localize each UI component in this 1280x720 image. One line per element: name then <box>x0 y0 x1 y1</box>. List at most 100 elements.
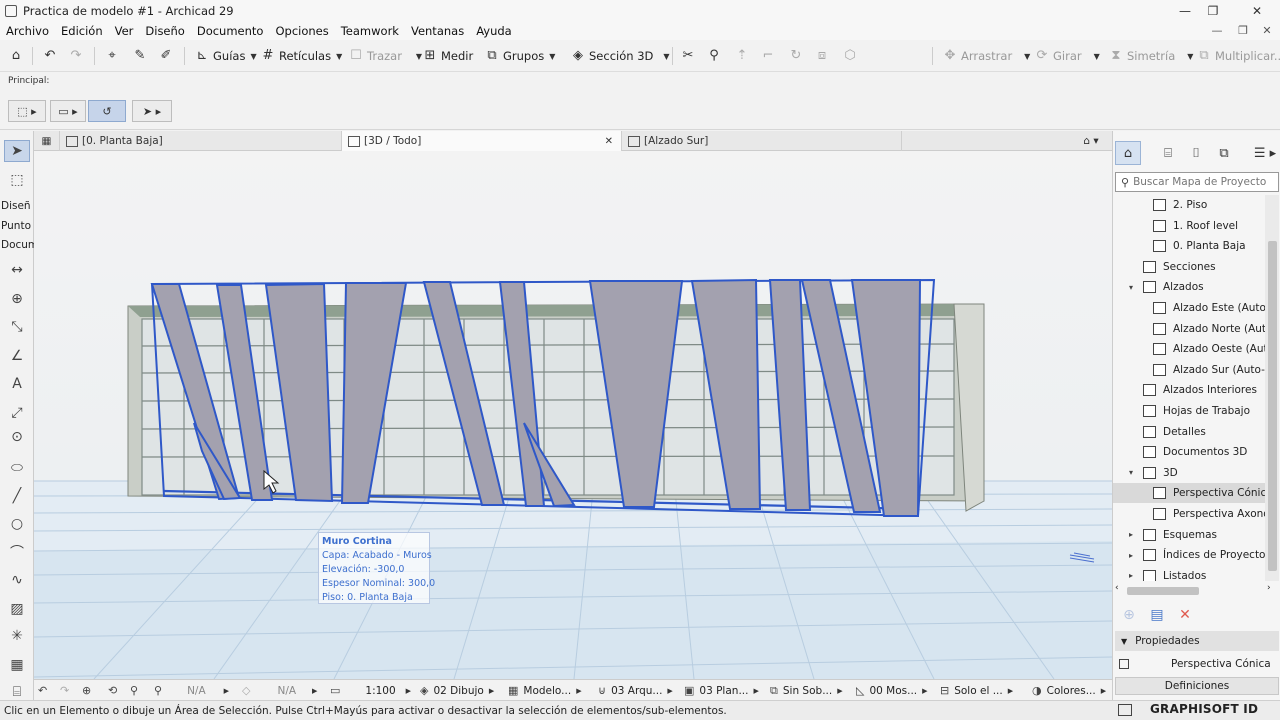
menu-ayuda[interactable]: Ayuda <box>470 24 518 38</box>
dimension-tool[interactable]: ↔ <box>4 259 30 281</box>
menu-ver[interactable]: Ver <box>109 24 140 38</box>
project-map-item[interactable]: Perspectiva Axonom <box>1113 504 1265 524</box>
project-map-item[interactable]: Perspectiva Cónica <box>1113 483 1265 504</box>
graphisoft-id-icon[interactable] <box>1118 704 1132 716</box>
publisher-sets-button[interactable]: ⧉ <box>1211 141 1237 165</box>
adjust-button[interactable]: ⚲ <box>706 46 725 66</box>
project-map-item[interactable]: Hojas de Trabajo <box>1113 401 1265 421</box>
project-map-item[interactable]: Alzado Oeste (Auto <box>1113 339 1265 359</box>
marker-tool[interactable]: ⊙ <box>4 426 30 448</box>
figure-tool[interactable]: ▦ <box>4 654 30 676</box>
menu-archivo[interactable]: Archivo <box>0 24 55 38</box>
drag-button[interactable]: ✥ Arrastrar ▼ <box>942 46 1031 66</box>
redo-view-button[interactable]: ↷ <box>60 680 74 701</box>
menu-edicion[interactable]: Edición <box>55 24 109 38</box>
zoom-dropdown[interactable]: ⚲ N/A ▶ <box>154 680 232 701</box>
find-select-button[interactable]: ⌖ <box>104 46 123 66</box>
split-button[interactable]: ✂ <box>680 46 699 66</box>
project-map-item[interactable]: Alzado Sur (Auto-R <box>1113 360 1265 380</box>
marquee-type-button[interactable]: ▭ ▸ <box>50 100 86 122</box>
rotate-button[interactable]: ⟳ Girar ▼ <box>1034 46 1100 66</box>
navigator-menu-button[interactable]: ☰ ▸ <box>1251 141 1279 165</box>
resize-button[interactable]: ⧈ <box>814 46 833 66</box>
layout-book-button[interactable]: ⌷ <box>1183 141 1209 165</box>
tab-overview-button[interactable]: ▦ <box>34 131 60 151</box>
groups-button[interactable]: ⧉ Grupos ▼ <box>484 46 555 66</box>
text-tool[interactable]: A <box>4 373 30 395</box>
toolbox-section-document[interactable]: Docum <box>1 239 38 251</box>
marquee-tool[interactable]: ⬚ <box>4 169 30 191</box>
properties-header[interactable]: ▼ Propiedades <box>1115 631 1279 651</box>
chevron-right-icon[interactable]: ▸ <box>1129 530 1133 539</box>
project-map-item[interactable]: ▸ Índices de Proyecto <box>1113 545 1265 565</box>
orbit-button[interactable]: ⟲ <box>108 680 122 701</box>
level-dimension-tool[interactable]: ⊕ <box>4 288 30 310</box>
tab-list-button[interactable]: ⌂ ▾ <box>1070 131 1112 151</box>
menu-diseno[interactable]: Diseño <box>139 24 190 38</box>
toolbox-section-point[interactable]: Punto <box>1 220 31 232</box>
fill-tool[interactable]: ⬭ <box>4 457 30 479</box>
fillet-button[interactable]: ↻ <box>788 46 807 66</box>
project-map-search[interactable]: ⚲ <box>1115 172 1279 192</box>
window-restore-button[interactable]: ❐ <box>1190 0 1236 21</box>
chevron-right-icon[interactable]: ▸ <box>1129 551 1133 560</box>
chevron-right-icon[interactable]: ▸ <box>1129 571 1133 580</box>
color-scheme-dropdown[interactable]: ◑ Colores... ▶ <box>1032 680 1106 701</box>
navigator-vertical-scrollbar[interactable] <box>1265 195 1279 581</box>
syringe-button[interactable]: ✐ <box>158 46 177 66</box>
zoom-in-button[interactable]: ⊕ <box>82 680 96 701</box>
project-map-item[interactable]: Detalles <box>1113 422 1265 442</box>
project-map-item[interactable]: Secciones <box>1113 257 1265 277</box>
graphic-override-dropdown[interactable]: ⧉ Sin Sob... ▶ <box>770 680 843 701</box>
chevron-down-icon[interactable]: ▾ <box>1129 468 1133 477</box>
menu-ventanas[interactable]: Ventanas <box>405 24 470 38</box>
menu-documento[interactable]: Documento <box>191 24 270 38</box>
tab-3d-todo[interactable]: [3D / Todo] ✕ <box>342 131 622 151</box>
offset-button[interactable]: ⌐ <box>760 46 779 66</box>
project-map-item[interactable]: 0. Planta Baja <box>1113 236 1265 256</box>
3d-viewport[interactable]: Muro Cortina Capa: Acabado - Muros Eleva… <box>34 151 1112 679</box>
line-tool[interactable]: ╱ <box>4 485 30 507</box>
menu-teamwork[interactable]: Teamwork <box>335 24 405 38</box>
angle-dimension-tool[interactable]: ∠ <box>4 345 30 367</box>
project-map-item[interactable]: 1. Roof level <box>1113 216 1265 236</box>
radial-dimension-tool[interactable]: ⤡ <box>4 316 30 338</box>
scroll-right-icon[interactable]: › <box>1267 583 1271 593</box>
scrollbar-thumb[interactable] <box>1268 241 1277 571</box>
chevron-down-icon[interactable]: ▾ <box>1129 283 1133 292</box>
explode-button[interactable]: ⬡ <box>842 46 861 66</box>
label-tool[interactable]: ⤢ <box>4 402 30 424</box>
project-map-item[interactable]: Alzado Este (Auto-R <box>1113 298 1265 318</box>
structural-display-dropdown[interactable]: ⊟ Solo el ... ▶ <box>940 680 1013 701</box>
project-map-item[interactable]: Alzados Interiores <box>1113 380 1265 400</box>
hotspot-tool[interactable]: ✳ <box>4 625 30 647</box>
guides-button[interactable]: ⊾ Guías ▼ <box>194 46 257 66</box>
undo-button[interactable]: ↶ <box>42 46 61 66</box>
scrollbar-thumb[interactable] <box>1127 587 1199 595</box>
project-map-item[interactable]: ▸ Esquemas <box>1113 525 1265 545</box>
hatch-tool[interactable]: ▨ <box>4 598 30 620</box>
arrow-tool-settings-button[interactable]: ➤ ▸ <box>132 100 172 122</box>
scroll-left-icon[interactable]: ‹ <box>1115 583 1119 593</box>
selection-method-button[interactable]: ⬚ ▸ <box>8 100 46 122</box>
scale-dropdown[interactable]: ▭ 1:100 ▶ <box>330 680 411 701</box>
dimension-dropdown[interactable]: ▣ 03 Plan... ▶ <box>684 680 759 701</box>
walk-button[interactable]: ⚲ <box>130 680 143 701</box>
trace-button[interactable]: ☐ Trazar ▼ <box>348 46 422 66</box>
document-close-button[interactable]: ✕ <box>1254 21 1280 40</box>
window-close-button[interactable]: ✕ <box>1234 0 1280 21</box>
elevate-button[interactable]: ⇡ <box>734 46 753 66</box>
model-view-dropdown[interactable]: ▦ Modelo... ▶ <box>508 680 582 701</box>
menu-opciones[interactable]: Opciones <box>269 24 334 38</box>
tab-close-icon[interactable]: ✕ <box>605 136 613 147</box>
project-map-item[interactable]: ▾ Alzados <box>1113 277 1265 297</box>
undo-view-button[interactable]: ↶ <box>38 680 52 701</box>
view-map-button[interactable]: ⌸ <box>1155 141 1181 165</box>
arrow-tool[interactable]: ➤ <box>4 140 30 162</box>
redo-button[interactable]: ↷ <box>68 46 87 66</box>
tab-planta-baja[interactable]: [0. Planta Baja] <box>60 131 342 151</box>
document-minimize-button[interactable]: — <box>1204 21 1230 40</box>
renovation-filter-dropdown[interactable]: ◺ 00 Mos... ▶ <box>856 680 928 701</box>
project-map-search-input[interactable] <box>1133 176 1274 188</box>
project-map-button[interactable]: ⌂ <box>1115 141 1141 165</box>
